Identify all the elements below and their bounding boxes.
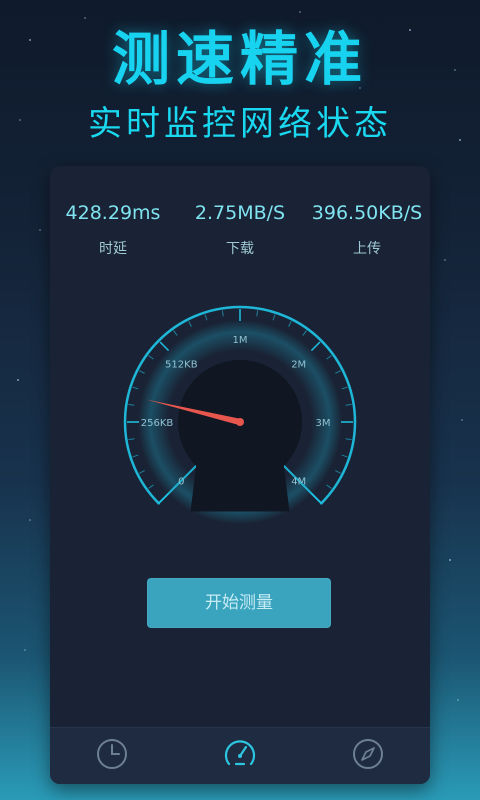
bottom-tab-bar [50,727,430,784]
download-label: 下载 [226,241,254,257]
gauge-minor-tick [188,321,192,327]
upload-stat: 396.50KB/S 上传 [304,202,430,258]
tab-history[interactable] [92,734,132,774]
hero-title: 测速精准 [111,25,368,93]
gauge-tick-label: 4M [291,477,306,488]
gauge-minor-tick [132,386,139,390]
gauge-minor-tick [345,403,352,406]
gauge-minor-tick [128,438,135,441]
gauge-tick-label: 256KB [141,418,174,429]
gauge-minor-tick [128,403,135,406]
gauge-minor-tick [139,470,145,474]
gauge-tick-label: 1M [233,335,248,346]
gauge-needle-hub [236,418,244,426]
download-value: 2.75MB/S [194,202,286,224]
gauge-minor-tick [302,330,307,336]
gauge-minor-tick [204,314,208,321]
gauge-minor-tick [221,310,224,317]
start-test-button[interactable]: 开始测量 [147,578,331,628]
gauge-major-tick [310,341,321,352]
speedometer-icon [224,740,256,766]
upload-label: 上传 [353,241,381,257]
latency-value: 428.29ms [65,202,161,224]
gauge-minor-tick [132,454,139,458]
tab-speed-test[interactable] [220,734,260,774]
gauge-minor-tick [148,484,154,489]
speed-gauge: 0 256KB 512KB 1M 2M 3M 4M [123,305,357,524]
gauge-minor-tick [139,370,145,374]
gauge-minor-tick [335,370,341,374]
gauge-major-tick [159,492,170,503]
clock-icon [97,739,127,769]
tab-discover[interactable] [348,734,388,774]
gauge-tick-label: 2M [291,359,306,370]
gauge-minor-tick [148,355,154,360]
gauge-tick-label: 0 [178,477,184,488]
gauge-minor-tick [326,484,332,489]
gauge-minor-tick [326,355,332,360]
upload-value: 396.50KB/S [311,202,423,224]
gauge-minor-tick [288,321,292,327]
latency-label: 时延 [99,241,127,257]
compass-icon [353,739,383,769]
gauge-tick-label: 512KB [165,359,198,370]
gauge-minor-tick [345,438,352,441]
download-stat: 2.75MB/S 下载 [177,202,303,258]
speed-test-card: 428.29ms 时延 2.75MB/S 下载 396.50KB/S 上传 0 2… [50,166,430,784]
gauge-minor-tick [341,454,348,458]
gauge-minor-tick [256,310,259,317]
gauge-major-tick [159,341,170,352]
latency-stat: 428.29ms 时延 [50,202,176,258]
hero-subtitle: 实时监控网络状态 [88,104,392,144]
gauge-tick-label: 3M [316,418,331,429]
gauge-minor-tick [335,470,341,474]
gauge-minor-tick [272,314,276,321]
gauge-minor-tick [173,330,178,336]
gauge-minor-tick [341,386,348,390]
gauge-major-tick [310,492,321,503]
